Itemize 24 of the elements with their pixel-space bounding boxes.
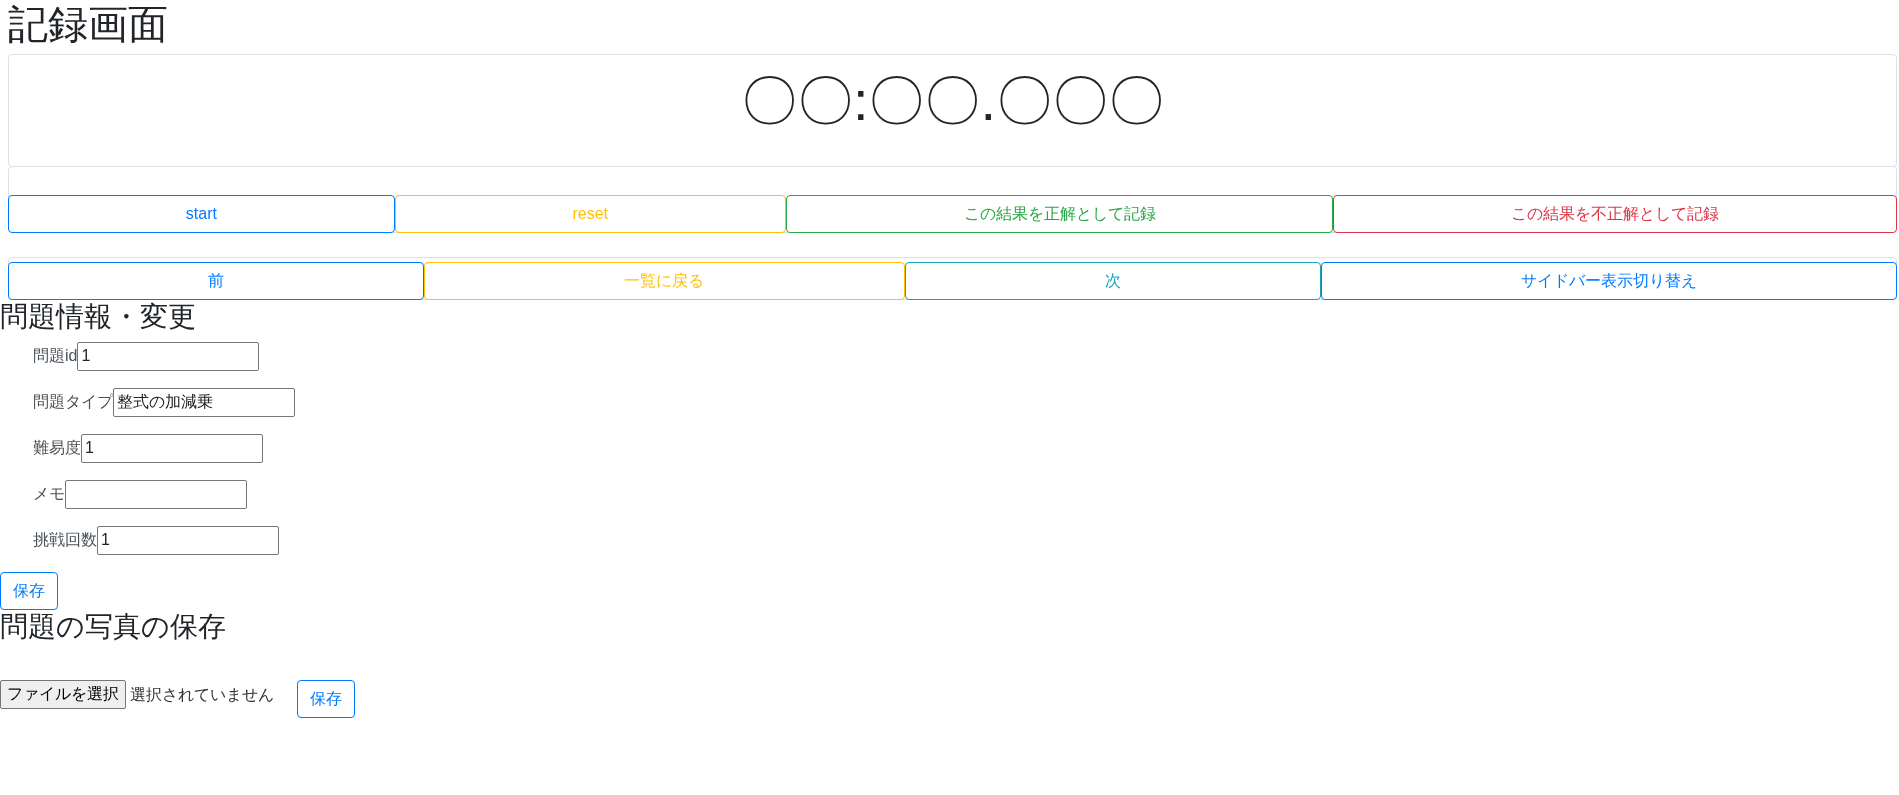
page-title: 記録画面 [8, 1, 169, 48]
timer-text: 〇〇:〇〇.〇〇〇 [740, 69, 1165, 132]
attempt-count-field[interactable]: 1 [97, 525, 279, 555]
file-status-text: 選択されていません [130, 685, 274, 706]
problem-type-field[interactable]: 整式の加減乗 [113, 387, 295, 417]
field-label: 問題タイプ [33, 391, 113, 412]
save-button[interactable]: 保存 [297, 680, 355, 719]
field-label: 挑戦回数 [33, 529, 97, 550]
choose-file-button[interactable]: ファイルを選択 [0, 680, 126, 710]
section-heading: 問題の写真の保存 [0, 609, 227, 644]
difficulty-field[interactable]: 1 [81, 433, 263, 463]
start-button[interactable]: start [8, 195, 395, 234]
field-label: 難易度 [33, 437, 81, 458]
memo-field[interactable] [65, 479, 247, 509]
field-label: 問題id [33, 345, 78, 366]
section-heading: 問題情報・変更 [0, 300, 197, 334]
sidebar-toggle-button[interactable]: サイドバー表示切り替え [1320, 262, 1897, 301]
problem-id-field[interactable]: 1 [77, 341, 260, 371]
record-correct-button[interactable]: この結果を正解として記録 [785, 195, 1334, 234]
previous-button[interactable]: 前 [8, 262, 425, 301]
save-button[interactable]: 保存 [0, 571, 58, 610]
field-label: メモ [33, 483, 65, 504]
record-incorrect-button[interactable]: この結果を不正解として記録 [1333, 195, 1897, 234]
next-button[interactable]: 次 [904, 262, 1321, 301]
